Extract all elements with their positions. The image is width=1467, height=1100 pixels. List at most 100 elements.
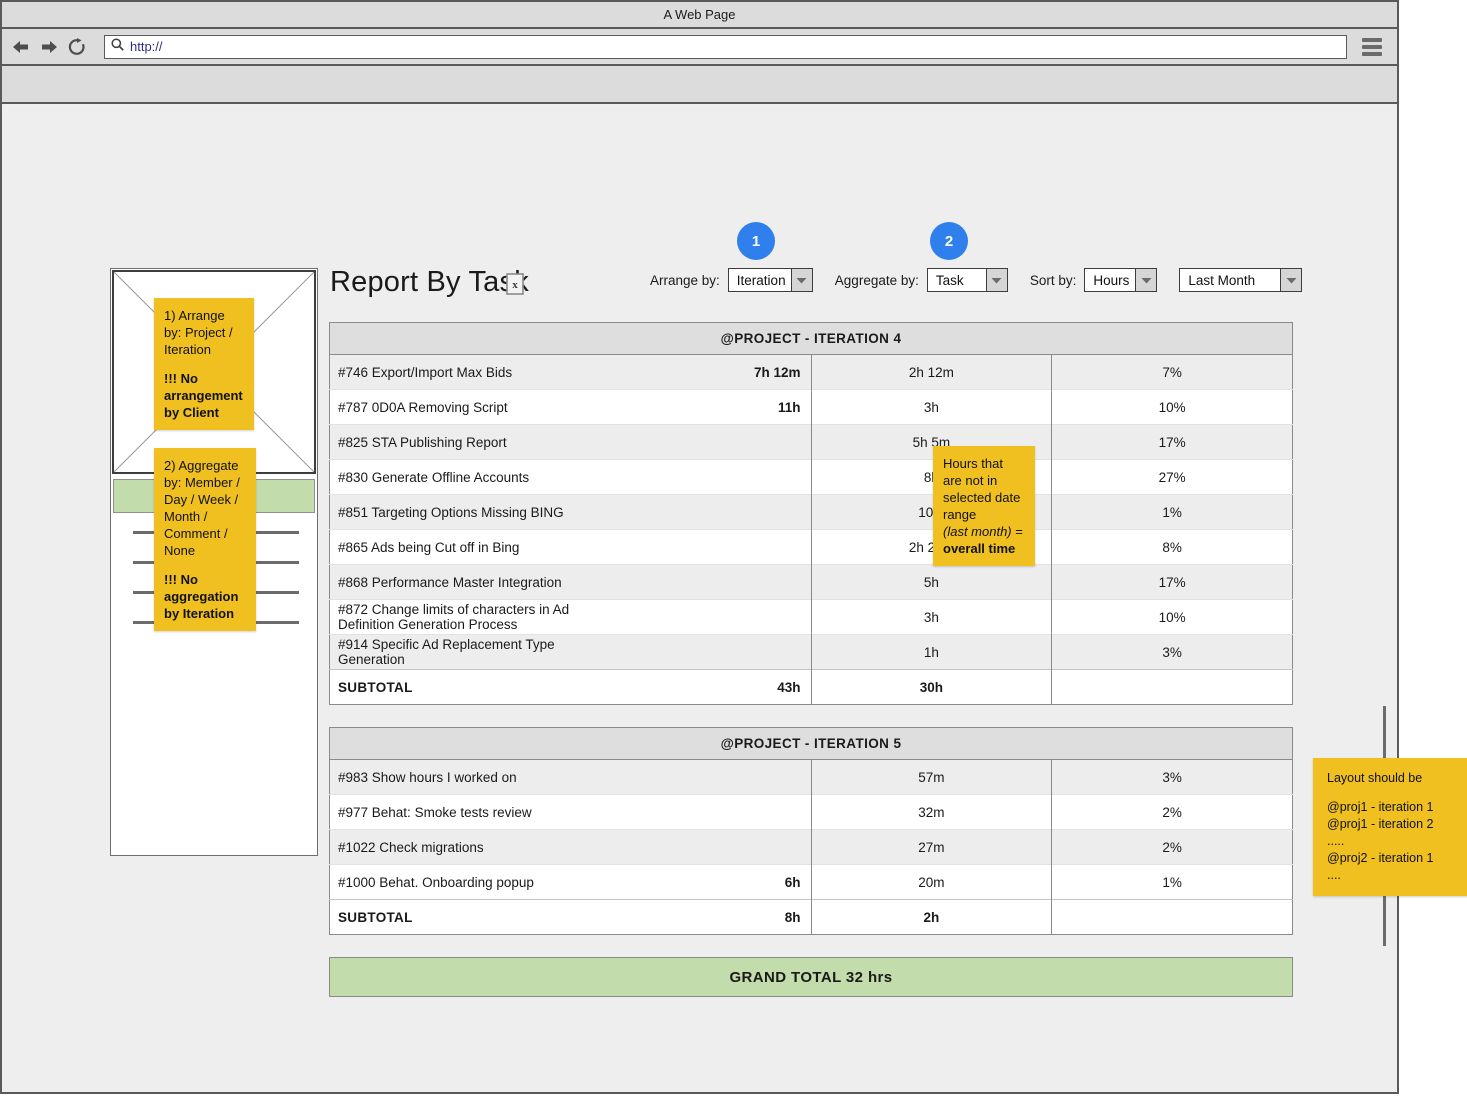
grand-total-bar: GRAND TOTAL 32 hrs	[329, 957, 1293, 997]
task-extra-hours	[570, 829, 811, 865]
task-hours: 32m	[810, 794, 1052, 830]
task-percent: 8%	[1051, 529, 1293, 565]
note-layout-line-3: .....	[1327, 834, 1345, 848]
page-title: Report By Task	[330, 266, 529, 298]
sort-by-select[interactable]: Hours	[1084, 268, 1158, 292]
reload-icon[interactable]	[66, 36, 88, 58]
url-text: http://	[130, 39, 163, 54]
task-percent: 17%	[1051, 564, 1293, 600]
note-aggregate-line2: !!! No aggregation by Iteration	[164, 572, 239, 621]
task-name: #830 Generate Offline Accounts	[329, 459, 571, 495]
task-percent: 2%	[1051, 794, 1293, 830]
subtotal-hours: 30h	[810, 669, 1052, 705]
hamburger-menu-icon[interactable]	[1359, 35, 1385, 59]
back-arrow-icon[interactable]	[10, 36, 32, 58]
note-arrange-line2: !!! No arrangement by Client	[164, 371, 243, 420]
task-name: #787 0D0A Removing Script	[329, 389, 571, 425]
note-hours-line3: overall time	[943, 541, 1016, 556]
task-percent: 2%	[1051, 829, 1293, 865]
search-icon	[111, 37, 124, 56]
forward-arrow-icon[interactable]	[38, 36, 60, 58]
task-name: #746 Export/Import Max Bids	[329, 354, 571, 390]
table-subtotal-row: SUBTOTAL 43h 30h	[329, 669, 1293, 705]
task-extra-hours: 11h	[570, 389, 811, 425]
chevron-down-icon[interactable]	[1280, 269, 1302, 291]
table-row[interactable]: #872 Change limits of characters in Ad D…	[329, 599, 1293, 635]
table-row[interactable]: #830 Generate Offline Accounts 8h 27%	[329, 459, 1293, 495]
callout-badge-1: 1	[737, 222, 775, 260]
table-section-header-row: @PROJECT - ITERATION 4	[329, 322, 1293, 355]
url-bar[interactable]: http://	[104, 34, 1347, 59]
task-percent: 3%	[1051, 759, 1293, 795]
note-arrange-line1: 1) Arrange by: Project / Iteration	[164, 308, 233, 357]
date-range-select[interactable]: Last Month	[1179, 268, 1303, 292]
task-extra-hours	[570, 759, 811, 795]
task-extra-hours	[570, 794, 811, 830]
task-name: #977 Behat: Smoke tests review	[329, 794, 571, 830]
report-controls: Arrange by: Iteration Aggregate by: Task…	[650, 268, 1303, 292]
table-row[interactable]: #1000 Behat. Onboarding popup 6h 20m 1%	[329, 864, 1293, 900]
task-extra-hours	[570, 424, 811, 460]
note-aggregate-by: 2) Aggregate by: Member / Day / Week / M…	[154, 448, 256, 631]
table-row[interactable]: #914 Specific Ad Replacement Type Genera…	[329, 634, 1293, 670]
table-row[interactable]: #865 Ads being Cut off in Bing 2h 20m 8%	[329, 529, 1293, 565]
date-range-value: Last Month	[1188, 272, 1256, 288]
task-name: #1022 Check migrations	[329, 829, 571, 865]
task-name: #914 Specific Ad Replacement Type Genera…	[329, 634, 571, 670]
note-layout-heading: Layout should be	[1327, 771, 1423, 785]
sort-by-value: Hours	[1093, 272, 1130, 288]
report-section-table: @PROJECT - ITERATION 5 #983 Show hours I…	[329, 727, 1293, 935]
table-row[interactable]: #1022 Check migrations 27m 2%	[329, 829, 1293, 865]
excel-export-icon[interactable]: x	[506, 273, 524, 295]
note-hours-line2-italic: (last month)	[943, 524, 1012, 539]
task-percent: 17%	[1051, 424, 1293, 460]
table-row[interactable]: #825 STA Publishing Report 5h 5m 17%	[329, 424, 1293, 460]
section-header-iteration-4: @PROJECT - ITERATION 4	[329, 322, 1293, 355]
table-row[interactable]: #787 0D0A Removing Script 11h 3h 10%	[329, 389, 1293, 425]
subtotal-extra-hours: 8h	[570, 899, 811, 935]
note-arrange-by: 1) Arrange by: Project / Iteration !!! N…	[154, 298, 254, 430]
subtotal-extra-hours: 43h	[570, 669, 811, 705]
note-hours-out-of-range: Hours that are not in selected date rang…	[933, 446, 1035, 566]
task-name: #851 Targeting Options Missing BING	[329, 494, 571, 530]
page-viewport: 1) Arrange by: Project / Iteration !!! N…	[2, 106, 1467, 1092]
task-hours: 20m	[810, 864, 1052, 900]
task-extra-hours	[570, 564, 811, 600]
table-row[interactable]: #851 Targeting Options Missing BING 10m …	[329, 494, 1293, 530]
task-extra-hours: 6h	[570, 864, 811, 900]
aggregate-by-value: Task	[935, 272, 964, 288]
arrange-by-value: Iteration	[736, 272, 786, 288]
task-percent: 1%	[1051, 494, 1293, 530]
task-percent: 10%	[1051, 599, 1293, 635]
task-extra-hours: 7h 12m	[570, 354, 811, 390]
table-row[interactable]: #746 Export/Import Max Bids 7h 12m 2h 12…	[329, 354, 1293, 390]
task-hours: 57m	[810, 759, 1052, 795]
task-percent: 1%	[1051, 864, 1293, 900]
table-row[interactable]: #983 Show hours I worked on 57m 3%	[329, 759, 1293, 795]
chevron-down-icon[interactable]	[985, 269, 1007, 291]
task-name: #825 STA Publishing Report	[329, 424, 571, 460]
bookmarks-toolbar	[2, 66, 1397, 104]
task-name: #868 Performance Master Integration	[329, 564, 571, 600]
task-name: #872 Change limits of characters in Ad D…	[329, 599, 571, 635]
arrange-by-select[interactable]: Iteration	[727, 268, 813, 292]
table-row[interactable]: #868 Performance Master Integration 5h 1…	[329, 564, 1293, 600]
task-hours: 1h	[810, 634, 1052, 670]
note-layout-suggestion: Layout should be @proj1 - iteration 1 @p…	[1313, 758, 1467, 896]
window-title: A Web Page	[663, 7, 736, 22]
sort-by-label: Sort by:	[1029, 272, 1077, 288]
note-aggregate-line1: 2) Aggregate by: Member / Day / Week / M…	[164, 458, 240, 558]
task-extra-hours	[570, 494, 811, 530]
chevron-down-icon[interactable]	[790, 269, 812, 291]
task-name: #983 Show hours I worked on	[329, 759, 571, 795]
aggregate-by-select[interactable]: Task	[926, 268, 1008, 292]
svg-text:x: x	[512, 279, 518, 291]
table-row[interactable]: #977 Behat: Smoke tests review 32m 2%	[329, 794, 1293, 830]
task-percent: 3%	[1051, 634, 1293, 670]
chevron-down-icon[interactable]	[1135, 269, 1157, 291]
task-percent: 27%	[1051, 459, 1293, 495]
window-titlebar: A Web Page	[2, 2, 1397, 29]
task-extra-hours	[570, 529, 811, 565]
aggregate-by-label: Aggregate by:	[834, 272, 919, 288]
task-percent: 7%	[1051, 354, 1293, 390]
